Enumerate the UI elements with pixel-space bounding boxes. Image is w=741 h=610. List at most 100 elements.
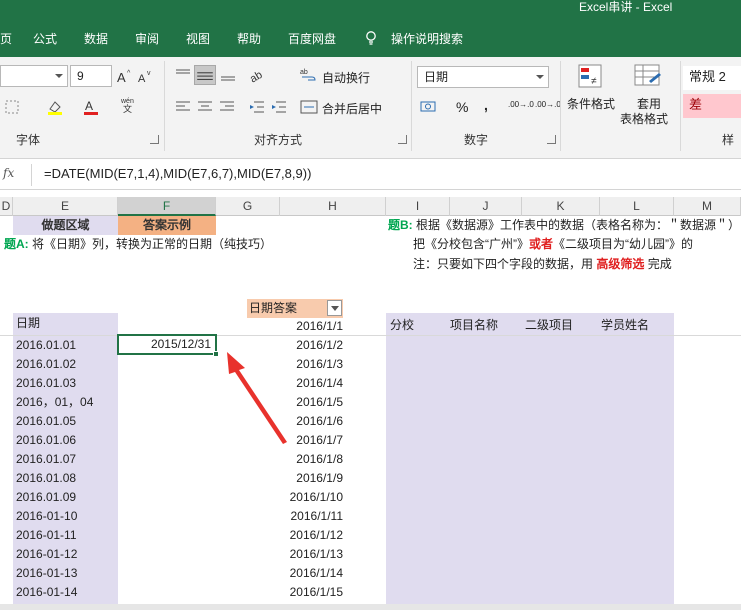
align-bottom-icon[interactable] <box>219 67 237 83</box>
date-column-header[interactable]: 日期 <box>16 314 40 333</box>
active-cell-value: 2015/12/31 <box>150 337 211 351</box>
answer-cell[interactable]: 2016/1/9 <box>225 469 343 488</box>
col-header-h[interactable]: H <box>280 197 386 216</box>
tab-view[interactable]: 视图 <box>186 30 210 48</box>
number-format-box[interactable]: 日期 <box>417 66 549 88</box>
merge-center-icon[interactable] <box>300 99 318 115</box>
date-cell[interactable]: 2016.01.05 <box>16 412 76 431</box>
answer-cell[interactable]: 2016/1/15 <box>225 583 343 602</box>
alignment-dialog-launcher[interactable] <box>398 135 407 144</box>
tab-data[interactable]: 数据 <box>84 30 108 48</box>
date-cell[interactable]: 2016-01-11 <box>16 526 77 545</box>
decrease-font-icon[interactable]: Av <box>137 69 155 85</box>
col-header-g[interactable]: G <box>216 197 280 216</box>
col-header-e[interactable]: E <box>13 197 118 216</box>
horizontal-scrollbar[interactable] <box>0 604 741 610</box>
task-b-line-2[interactable]: 把《分校包含“广州”》或者《二级项目为“幼儿园”》的 <box>413 234 693 254</box>
increase-decimal-button[interactable]: .00→.0 <box>508 100 534 109</box>
wrap-text-icon[interactable]: ab <box>300 67 318 83</box>
conditional-format-icon[interactable]: ≠ <box>577 63 607 91</box>
col-header-l[interactable]: L <box>600 197 674 216</box>
date-cell[interactable]: 2016.01.06 <box>16 431 76 450</box>
date-cell[interactable]: 2016.01.07 <box>16 450 76 469</box>
task-b-line[interactable]: 题B: 根据《数据源》工作表中的数据（表格名称为：＂数据源＂） <box>388 216 740 235</box>
work-area-header[interactable]: 做题区域 <box>13 216 118 235</box>
date-cell[interactable]: 2016.01.03 <box>16 374 76 393</box>
tab-review[interactable]: 审阅 <box>135 30 159 48</box>
fill-color-icon[interactable] <box>46 99 64 115</box>
col-header-d[interactable]: D <box>0 197 13 216</box>
merge-center-button[interactable]: 合并后居中 <box>322 100 382 117</box>
comma-button[interactable]: , <box>484 97 488 113</box>
task-a-line[interactable]: 题A: 将《日期》列，转换为正常的日期（纯技巧） <box>4 234 272 254</box>
date-cell[interactable]: 2016.01.01 <box>16 336 76 355</box>
date-cell[interactable]: 2016，01，04 <box>16 393 93 412</box>
percent-button[interactable]: % <box>456 99 468 115</box>
increase-indent-icon[interactable] <box>270 99 288 115</box>
conditional-format-button[interactable]: 条件格式 <box>567 95 615 112</box>
col-header-m[interactable]: M <box>674 197 741 216</box>
tab-help[interactable]: 帮助 <box>237 30 261 48</box>
date-cell[interactable]: 2016.01.09 <box>16 488 76 507</box>
answer-cell[interactable]: 2016/1/14 <box>225 564 343 583</box>
line2-part-a: 把《分校包含“广州”》 <box>413 237 529 251</box>
align-top-icon[interactable] <box>174 67 192 83</box>
col-header-j[interactable]: J <box>450 197 522 216</box>
decrease-indent-icon[interactable] <box>248 99 266 115</box>
decrease-decimal-button[interactable]: .00→.0 <box>535 100 561 109</box>
date-cell[interactable]: 2016-01-14 <box>16 583 77 602</box>
answer-example-header[interactable]: 答案示例 <box>118 216 216 235</box>
orientation-icon[interactable]: ab <box>248 67 266 83</box>
answer-cell[interactable]: 2016/1/10 <box>225 488 343 507</box>
style-bad[interactable]: 差 <box>683 94 741 118</box>
answer-cell[interactable]: 2016/1/1 <box>225 317 343 336</box>
font-color-icon[interactable]: A <box>82 99 100 115</box>
tab-home[interactable]: 页 <box>0 30 12 48</box>
align-middle-button[interactable] <box>194 65 216 85</box>
format-as-table-icon[interactable] <box>633 63 663 91</box>
font-dialog-launcher[interactable] <box>150 135 159 144</box>
align-left-icon[interactable] <box>174 99 192 115</box>
worksheet-grid[interactable]: 做题区域 答案示例 题A: 将《日期》列，转换为正常的日期（纯技巧） 题B: 根… <box>0 216 741 610</box>
format-as-table-label-2[interactable]: 表格格式 <box>620 110 668 127</box>
answer-cell[interactable]: 2016/1/8 <box>225 450 343 469</box>
answer-cell[interactable]: 2016/1/13 <box>225 545 343 564</box>
formula-input[interactable]: =DATE(MID(E7,1,4),MID(E7,6,7),MID(E7,8,9… <box>44 166 311 181</box>
borders-icon[interactable] <box>4 99 22 115</box>
header-project-name[interactable]: 项目名称 <box>450 316 498 335</box>
title-bar: Excel串讲 - Excel 页 公式 数据 审阅 视图 帮助 百度网盘 操作… <box>0 0 741 57</box>
header-sub-project[interactable]: 二级项目 <box>525 316 573 335</box>
date-cell[interactable]: 2016.01.08 <box>16 469 76 488</box>
phonetic-icon[interactable]: wén文 <box>120 97 138 113</box>
task-b-note[interactable]: 注：只要如下四个字段的数据，用 高级筛选 完成 <box>413 254 672 274</box>
fx-icon[interactable]: fx <box>3 166 14 180</box>
tell-me-search[interactable]: 操作说明搜索 <box>391 30 463 48</box>
date-cell[interactable]: 2016.01.02 <box>16 355 76 374</box>
lightbulb-icon <box>366 31 376 45</box>
col-header-f[interactable]: F <box>118 197 216 216</box>
date-cell[interactable]: 2016-01-13 <box>16 564 77 583</box>
font-name-box[interactable] <box>0 65 68 87</box>
date-cell[interactable]: 2016-01-12 <box>16 545 77 564</box>
answer-cell[interactable]: 2016/1/11 <box>225 507 344 526</box>
col-header-i[interactable]: I <box>386 197 450 216</box>
line2-part-b: 《二级项目为“幼儿园”》的 <box>553 237 694 251</box>
align-right-icon[interactable] <box>218 99 236 115</box>
align-center-icon[interactable] <box>196 99 214 115</box>
header-student-name[interactable]: 学员姓名 <box>601 316 649 335</box>
style-normal-2[interactable]: 常规 2 <box>683 66 741 90</box>
group-separator <box>680 61 681 151</box>
number-dialog-launcher[interactable] <box>547 135 556 144</box>
answer-cell[interactable]: 2016/1/12 <box>225 526 343 545</box>
font-size-box[interactable]: 9 <box>70 65 112 87</box>
header-branch[interactable]: 分校 <box>390 316 414 335</box>
tab-baidu[interactable]: 百度网盘 <box>288 30 336 48</box>
date-cell[interactable]: 2016-01-10 <box>16 507 77 526</box>
increase-font-icon[interactable]: A ^ <box>116 69 134 85</box>
currency-icon[interactable] <box>420 99 438 115</box>
tab-formulas[interactable]: 公式 <box>33 30 57 48</box>
filter-dropdown-icon[interactable] <box>327 300 342 316</box>
active-cell-f[interactable]: 2015/12/31 <box>117 334 219 357</box>
col-header-k[interactable]: K <box>522 197 600 216</box>
wrap-text-button[interactable]: 自动换行 <box>322 69 370 86</box>
